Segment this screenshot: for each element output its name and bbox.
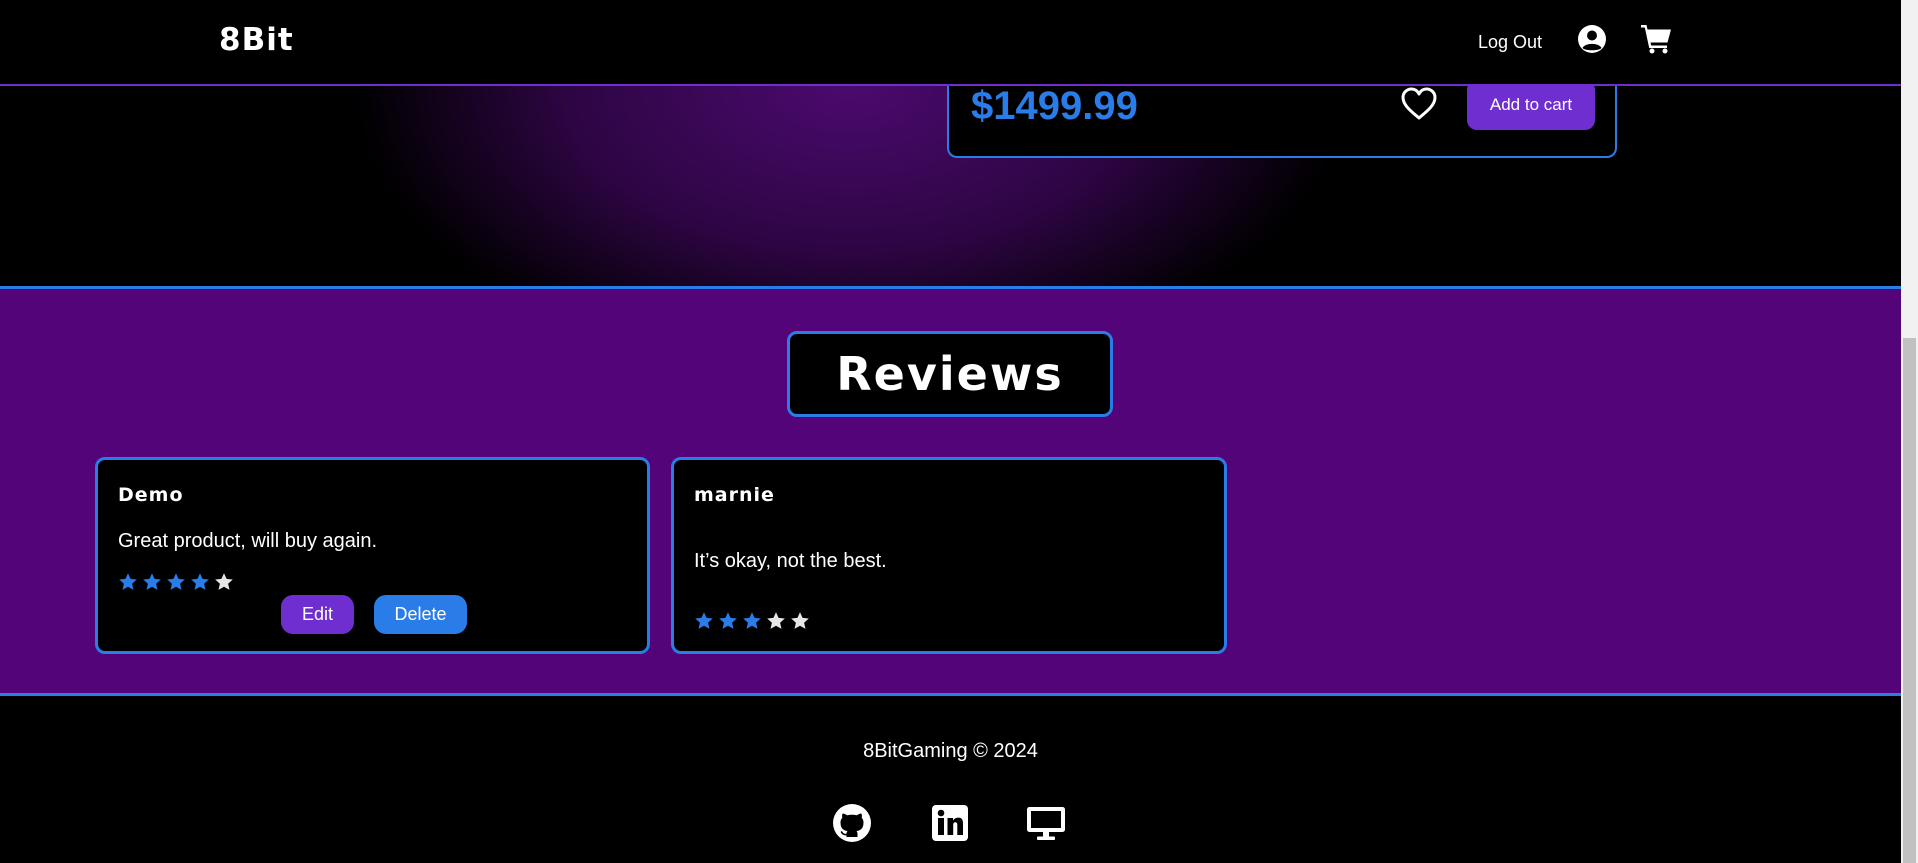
user-circle-icon[interactable] [1577,24,1607,54]
review-rating [694,611,810,631]
site-header: 8Bit Log Out [0,0,1901,86]
product-price: $1499.99 [971,84,1138,128]
cart-icon[interactable] [1640,24,1672,54]
product-hero: $1499.99 Add to cart [0,80,1901,289]
linkedin-icon[interactable] [930,803,970,843]
delete-review-button[interactable]: Delete [374,595,467,634]
add-to-cart-button[interactable]: Add to cart [1467,80,1595,130]
star-filled-icon [719,612,737,629]
logout-link[interactable]: Log Out [1478,32,1542,53]
star-filled-icon [143,573,161,590]
edit-review-button[interactable]: Edit [281,595,354,634]
monitor-icon[interactable] [1026,803,1066,843]
heart-outline-icon[interactable] [1400,86,1438,122]
site-logo[interactable]: 8Bit [219,22,294,58]
page-scrollbar[interactable] [1901,0,1918,863]
reviews-section: Reviews Demo Great product, will buy aga… [0,289,1901,696]
site-footer: 8BitGaming © 2024 [0,696,1901,863]
review-text: Great product, will buy again. [118,530,378,552]
star-filled-icon [743,612,761,629]
reviews-heading: Reviews [836,347,1064,401]
review-author: Demo [118,484,184,506]
product-purchase-panel: $1499.99 Add to cart [947,80,1617,158]
star-filled-icon [167,573,185,590]
review-rating [118,572,234,592]
page-content: 8Bit Log Out $1499.99 Add to cart Review… [0,0,1901,863]
review-card: Demo Great product, will buy again. Edit… [95,457,650,654]
page: 8Bit Log Out $1499.99 Add to cart Review… [0,0,1918,863]
scrollbar-thumb[interactable] [1903,338,1916,863]
star-empty-icon [791,612,809,629]
review-author: marnie [694,484,775,506]
review-text: It’s okay, not the best. [694,550,887,572]
star-empty-icon [767,612,785,629]
star-filled-icon [119,573,137,590]
copyright-text: 8BitGaming © 2024 [863,740,1038,762]
star-empty-icon [215,573,233,590]
reviews-heading-box: Reviews [787,331,1113,417]
star-filled-icon [695,612,713,629]
review-card: marnie It’s okay, not the best. [671,457,1227,654]
star-filled-icon [191,573,209,590]
github-icon[interactable] [832,803,872,843]
